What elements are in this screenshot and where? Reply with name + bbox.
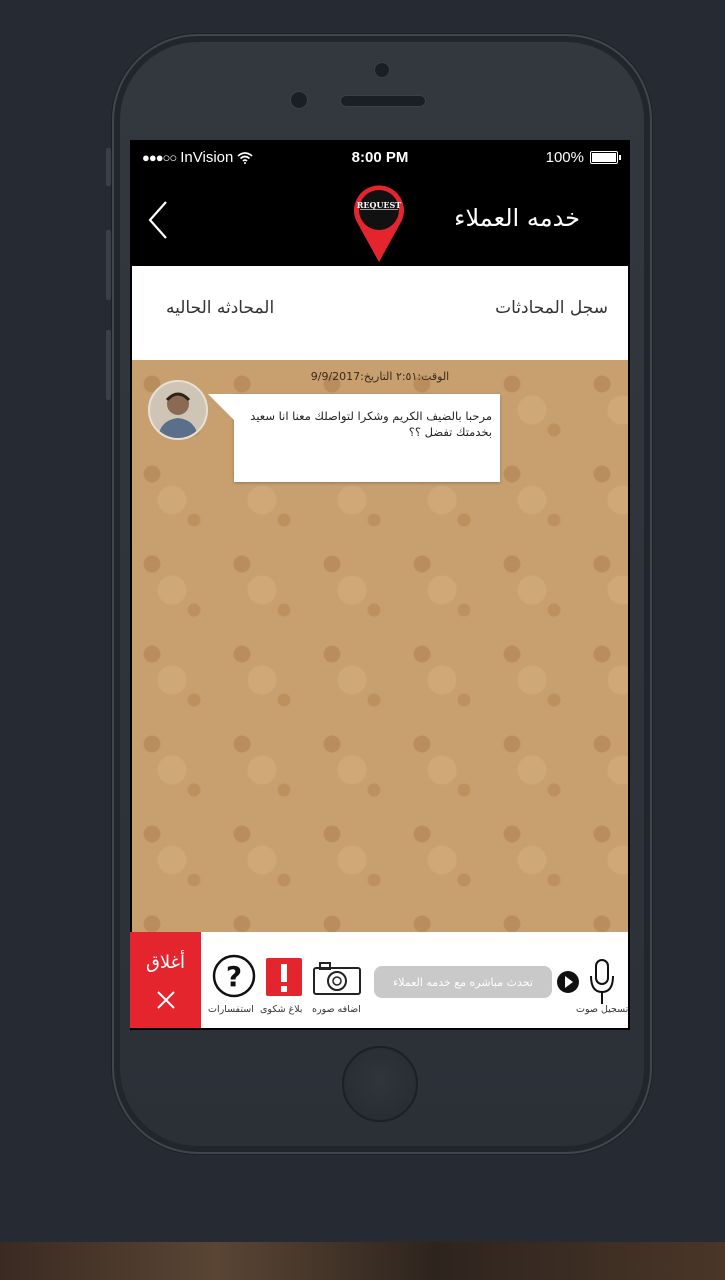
add-photo-button[interactable] — [312, 962, 362, 1000]
app-screen: ●●●○○ InVision 8:00 PM 100% REQUEST خدمه… — [130, 140, 630, 1030]
chat-area: الوقت:٢:٥١ التاريخ:9/9/2017 مرحبا بالضيف… — [132, 360, 628, 932]
battery-percent: 100% — [545, 149, 584, 166]
alert-icon — [266, 958, 302, 996]
close-chat-button[interactable]: أغلاق — [130, 932, 201, 1028]
volume-up-button — [106, 230, 111, 300]
add-photo-label: اضافه صوره — [312, 1004, 361, 1015]
close-icon — [157, 991, 175, 1009]
complaint-button[interactable] — [266, 958, 302, 1000]
nav-bar: REQUEST خدمه العملاء — [130, 176, 630, 266]
camera-dot — [374, 62, 390, 78]
question-icon: ? — [212, 954, 256, 998]
avatar — [148, 380, 208, 440]
page-title: خدمه العملاء — [454, 204, 580, 232]
logo-text: REQUEST — [357, 200, 402, 210]
svg-text:?: ? — [226, 960, 242, 993]
message-bubble: مرحبا بالضيف الكريم وشكرا لتواصلك معنا ا… — [208, 394, 500, 482]
mute-switch — [106, 148, 111, 186]
camera-icon — [313, 962, 361, 995]
front-camera — [290, 91, 308, 109]
chevron-left-icon — [148, 201, 167, 239]
home-button[interactable] — [342, 1046, 418, 1122]
back-button[interactable] — [142, 196, 182, 246]
chat-toolbar: أغلاق ? استفسارات بلاغ شكوى اضافه صوره ت… — [130, 932, 628, 1028]
close-label: أغلاق — [145, 952, 186, 973]
inquiries-label: استفسارات — [208, 1004, 254, 1015]
microphone-icon[interactable] — [588, 958, 616, 1006]
record-voice-label: تسجيل صوت — [576, 1004, 629, 1015]
tab-bar: سجل المحادثات المحادثه الحاليه — [132, 266, 628, 360]
send-icon[interactable] — [556, 970, 580, 994]
tab-current-chat[interactable]: المحادثه الحاليه — [166, 298, 274, 318]
message-timestamp: الوقت:٢:٥١ التاريخ:9/9/2017 — [310, 370, 450, 383]
message-text: مرحبا بالضيف الكريم وشكرا لتواصلك معنا ا… — [250, 409, 492, 439]
background-strip — [0, 1242, 725, 1280]
earpiece-speaker — [340, 95, 426, 107]
complaint-label: بلاغ شكوى — [260, 1004, 303, 1015]
battery-icon — [590, 151, 621, 164]
inquiries-button[interactable]: ? — [212, 954, 256, 1002]
message-input[interactable] — [374, 966, 552, 998]
status-bar: ●●●○○ InVision 8:00 PM 100% — [130, 140, 630, 176]
tab-chat-history[interactable]: سجل المحادثات — [495, 298, 608, 318]
request-logo: REQUEST — [350, 180, 408, 264]
volume-down-button — [106, 330, 111, 400]
